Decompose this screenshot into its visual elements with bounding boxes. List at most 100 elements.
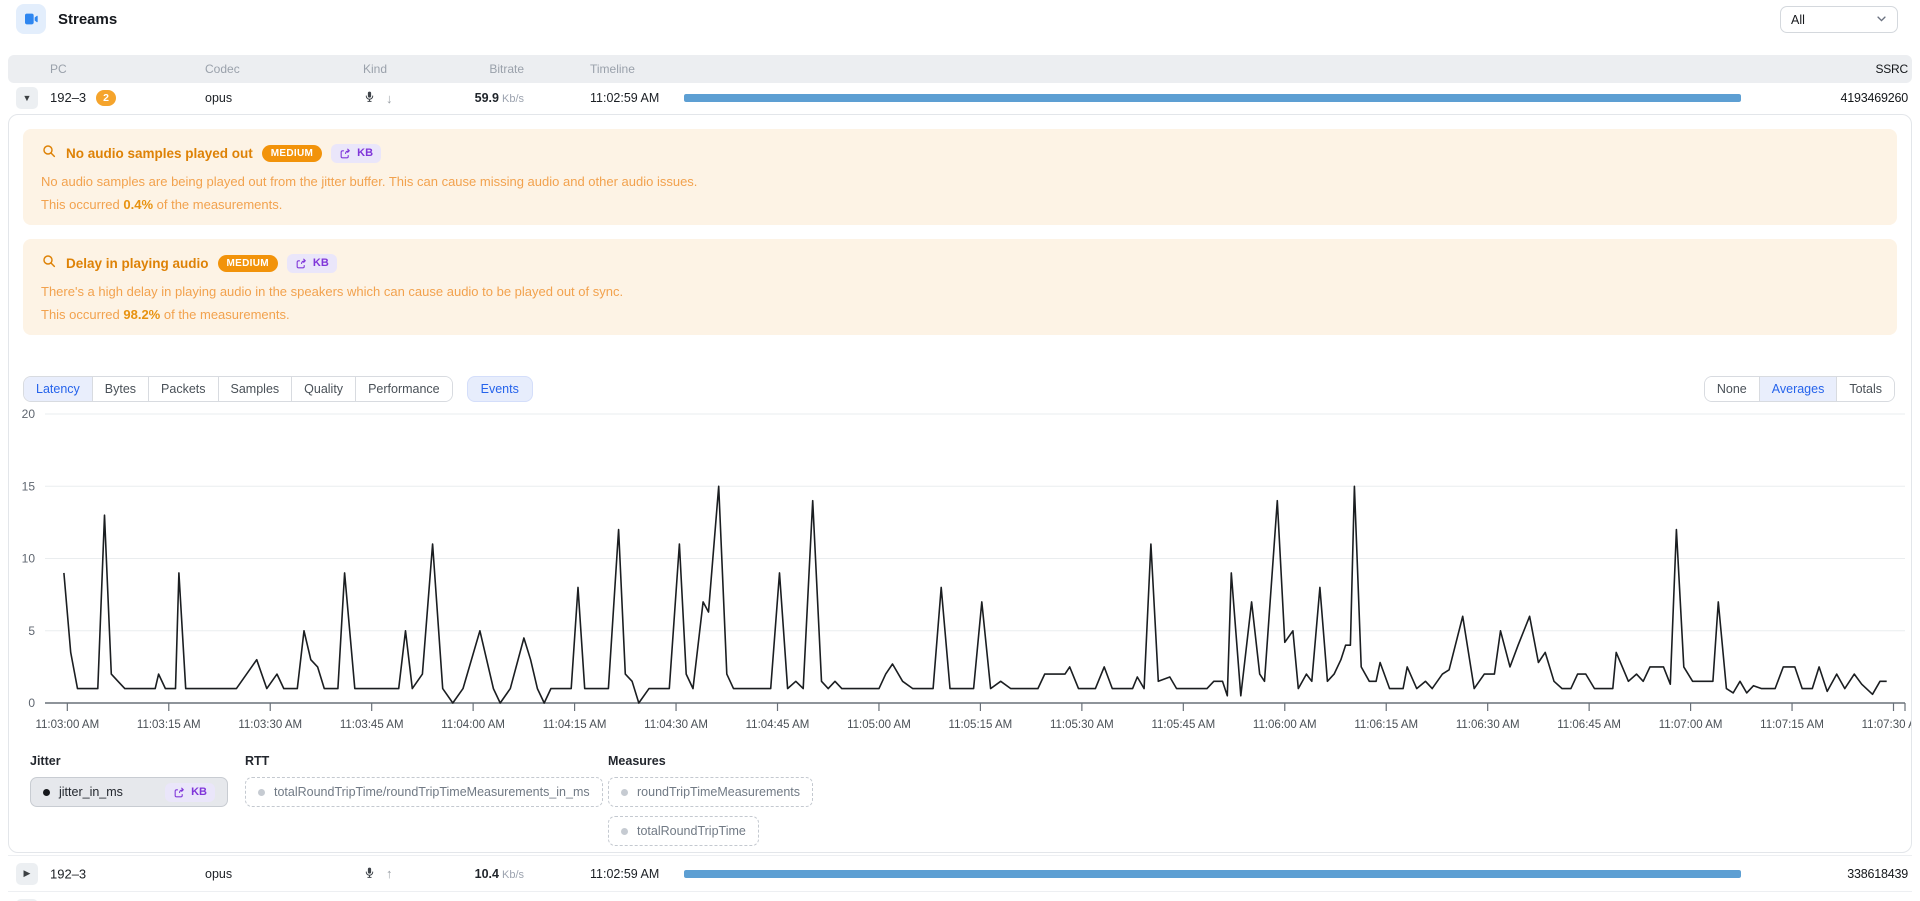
microphone-icon (363, 865, 376, 883)
tab-latency[interactable]: Latency (24, 377, 93, 401)
jitter-series-line (64, 487, 1887, 704)
y-tick-label: 10 (22, 552, 36, 566)
x-tick-label: 11:03:00 AM (35, 719, 99, 731)
tab-totals[interactable]: Totals (1837, 377, 1894, 401)
timeline-bar (684, 94, 1741, 102)
x-tick-label: 11:04:15 AM (543, 719, 607, 731)
ssrc-value: 338618439 (1847, 867, 1908, 881)
metric-tab-group: Latency Bytes Packets Samples Quality Pe… (23, 376, 453, 402)
col-codec: Codec (205, 62, 240, 76)
alert-title: Delay in playing audio (66, 256, 209, 271)
legend-item-total-rtt[interactable]: totalRoundTripTime (608, 816, 759, 846)
bitrate-value: 59.9 (475, 91, 499, 105)
x-tick-label: 11:07:00 AM (1659, 719, 1723, 731)
legend-group-measures: Measures roundTripTimeMeasurements total… (608, 754, 813, 846)
occurrence-percent: 0.4% (123, 197, 153, 212)
alert-description: There's a high delay in playing audio in… (41, 282, 1879, 302)
pc-name: 192–3 (50, 866, 86, 881)
legend-item-rtt-measurements[interactable]: roundTripTimeMeasurements (608, 777, 813, 807)
microphone-icon (363, 89, 376, 107)
ssrc-value: 4193469260 (1840, 91, 1908, 105)
legend-item-jitter-in-ms[interactable]: jitter_in_ms KB (30, 777, 228, 807)
x-tick-label: 11:03:30 AM (238, 719, 302, 731)
inbound-arrow-icon: ↓ (386, 91, 393, 106)
alert-occurrence: This occurred 0.4% of the measurements. (41, 197, 1879, 212)
occurrence-percent: 98.2% (123, 307, 160, 322)
x-tick-label: 11:06:30 AM (1456, 719, 1520, 731)
legend-item-label: roundTripTimeMeasurements (637, 785, 800, 799)
timeline-bar-fill (684, 94, 1741, 102)
expand-row-button[interactable]: ▶ (16, 863, 38, 885)
x-tick-label: 11:06:45 AM (1557, 719, 1621, 731)
legend-item-total-rtt-ratio[interactable]: totalRoundTripTime/roundTripTimeMeasurem… (245, 777, 603, 807)
start-time: 11:02:59 AM (590, 91, 659, 105)
timeline-bar-fill (684, 870, 1741, 878)
x-tick-label: 11:03:45 AM (340, 719, 404, 731)
alert-description: No audio samples are being played out fr… (41, 172, 1879, 192)
timeline-bar (684, 870, 1741, 878)
search-icon (41, 253, 57, 274)
chart-legend: Jitter jitter_in_ms KB RTT totalRoundTri… (21, 754, 1899, 842)
x-tick-label: 11:03:15 AM (137, 719, 201, 731)
bitrate-unit: Kb/s (502, 869, 524, 881)
series-dot-icon (621, 828, 628, 835)
collapse-row-button[interactable]: ▼ (16, 87, 38, 109)
kb-link-button[interactable]: KB (331, 144, 381, 163)
tab-packets[interactable]: Packets (149, 377, 218, 401)
table-row: ▶ 192–3 h264 ↑ 220.1Kb/s 11:06:37 AM 295… (8, 891, 1912, 901)
col-bitrate: Bitrate (400, 62, 524, 76)
series-dot-icon (43, 789, 50, 796)
chevron-down-icon (1876, 13, 1887, 27)
stream-filter-select[interactable]: All (1780, 6, 1898, 33)
kb-label: KB (357, 147, 373, 159)
tab-averages[interactable]: Averages (1760, 377, 1838, 401)
chart-tabs-row: Latency Bytes Packets Samples Quality Pe… (23, 375, 1897, 402)
legend-heading: Measures (608, 754, 813, 768)
alert-title: No audio samples played out (66, 146, 253, 161)
aggregation-tab-group: None Averages Totals (1704, 376, 1895, 402)
legend-group-rtt: RTT totalRoundTripTime/roundTripTimeMeas… (245, 754, 603, 807)
table-row: ▶ 192–3 opus ↑ 10.4Kb/s 11:02:59 AM 3386… (8, 855, 1912, 891)
alert-no-audio-samples: No audio samples played out MEDIUM KB No… (23, 129, 1897, 225)
series-dot-icon (258, 789, 265, 796)
table-row: ▼ 192–32 opus ↓ 59.9Kb/s 11:02:59 AM 419… (8, 83, 1912, 113)
latency-chart: 0 5 10 15 20 11:03:00 AM 11:03:15 AM 11:03:30 A… (9, 406, 1911, 738)
filter-selected-value: All (1791, 13, 1805, 27)
x-tick-label: 11:05:45 AM (1151, 719, 1215, 731)
codec-value: opus (205, 91, 232, 105)
y-tick-label: 0 (28, 696, 35, 710)
kb-label: KB (191, 786, 207, 798)
tab-events[interactable]: Events (467, 376, 533, 402)
jitter-line-chart: 0 5 10 15 20 11:03:00 AM 11:03:15 AM 11:03:30 A… (9, 406, 1911, 738)
kb-link-button[interactable]: KB (287, 254, 337, 273)
y-tick-label: 5 (28, 624, 35, 638)
x-tick-label: 11:06:15 AM (1354, 719, 1418, 731)
tab-bytes[interactable]: Bytes (93, 377, 149, 401)
col-pc: PC (50, 62, 67, 76)
search-icon (41, 143, 57, 164)
legend-heading: Jitter (30, 754, 228, 768)
streams-video-icon (16, 4, 46, 34)
legend-item-label: totalRoundTripTime/roundTripTimeMeasurem… (274, 785, 590, 799)
codec-value: opus (205, 867, 232, 881)
page-title: Streams (58, 11, 117, 28)
table-header: PC Codec Kind Bitrate Timeline SSRC (8, 55, 1912, 83)
issue-count-badge: 2 (96, 90, 116, 106)
legend-group-jitter: Jitter jitter_in_ms KB (30, 754, 228, 807)
tab-performance[interactable]: Performance (356, 377, 452, 401)
legend-item-label: jitter_in_ms (59, 785, 123, 799)
x-tick-label: 11:04:45 AM (746, 719, 810, 731)
x-tick-label: 11:07:30 AM (1862, 719, 1911, 731)
y-tick-label: 20 (22, 407, 36, 421)
tab-quality[interactable]: Quality (292, 377, 356, 401)
tab-none[interactable]: None (1705, 377, 1760, 401)
legend-heading: RTT (245, 754, 603, 768)
tab-samples[interactable]: Samples (219, 377, 293, 401)
x-tick-label: 11:06:00 AM (1253, 719, 1317, 731)
kb-label: KB (313, 257, 329, 269)
legend-item-label: totalRoundTripTime (637, 824, 746, 838)
x-tick-label: 11:05:30 AM (1050, 719, 1114, 731)
kb-link-button[interactable]: KB (165, 783, 215, 802)
y-tick-label: 15 (22, 480, 36, 494)
alert-delay-playing-audio: Delay in playing audio MEDIUM KB There's… (23, 239, 1897, 335)
